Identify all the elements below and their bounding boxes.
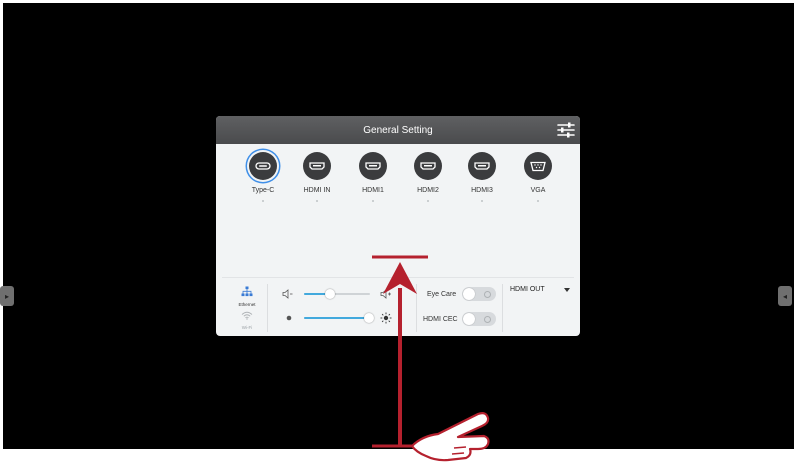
left-edge-toolbar-toggle[interactable]: ▸ [0,286,14,306]
source-icon-button[interactable] [359,152,387,180]
quick-controls-bar: Ethernet Wi-Fi Eye Care HDMI CEC HDMI OU… [222,277,574,334]
source-icon-button[interactable] [524,152,552,180]
chevron-right-icon: ▸ [4,291,9,301]
network-status: Ethernet Wi-Fi [232,284,262,330]
hdmi-out-dropdown[interactable]: HDMI OUT [510,286,545,293]
hdmi-port-icon [309,162,325,170]
chevron-down-icon[interactable] [564,288,570,292]
volume-slider[interactable] [304,289,370,299]
source-type-c[interactable]: Type-C [238,152,288,202]
hdmi-port-icon [474,162,490,170]
eye-care-toggle[interactable] [462,287,496,301]
toggle-knob [463,288,475,300]
source-icon-button[interactable] [468,152,496,180]
eye-care-label: Eye Care [427,291,457,298]
source-hdmi2[interactable]: HDMI2 [403,152,453,202]
input-source-list: Type-C HDMI IN HDMI1 HDMI2 HDMI3 VGA [238,152,568,212]
volume-control [282,288,402,300]
source-hdmi1[interactable]: HDMI1 [348,152,398,202]
usb-c-port-icon [255,162,271,170]
source-indicator-dot [262,200,264,202]
brightness-control [282,312,402,324]
brightness-high-icon [380,312,392,324]
source-indicator-dot [481,200,483,202]
toggle-off-indicator [484,291,491,298]
sliders-icon[interactable] [556,120,576,140]
volume-high-icon [380,289,391,299]
source-label: HDMI3 [471,187,493,194]
brightness-slider-fill [304,317,369,319]
source-hdmi-in[interactable]: HDMI IN [292,152,342,202]
hdmi-cec-label: HDMI CEC [423,316,458,323]
source-icon-button[interactable] [249,152,277,180]
hdmi-port-icon [420,162,436,170]
source-indicator-dot [537,200,539,202]
panel-title: General Setting [363,124,433,136]
source-label: HDMI2 [417,187,439,194]
ethernet-label: Ethernet [238,302,256,307]
wifi-icon[interactable] [241,311,253,320]
general-setting-panel: General Setting Type-C HDMI IN HDMI1 HDM… [216,116,580,336]
toggle-off-indicator [484,316,491,323]
source-icon-button[interactable] [303,152,331,180]
vga-port-icon [530,161,546,171]
source-label: HDMI1 [362,187,384,194]
wifi-label: Wi-Fi [241,325,253,330]
panel-header: General Setting [216,116,580,144]
source-label: VGA [530,187,546,194]
source-indicator-dot [427,200,429,202]
divider [416,284,417,332]
hdmi-cec-toggle[interactable] [462,312,496,326]
hdmi-port-icon [365,162,381,170]
brightness-slider[interactable] [304,313,374,323]
right-edge-toolbar-toggle[interactable]: ◂ [778,286,792,306]
source-indicator-dot [372,200,374,202]
toggle-knob [463,313,475,325]
source-label: HDMI IN [303,187,331,194]
volume-slider-handle[interactable] [325,289,336,299]
source-indicator-dot [316,200,318,202]
brightness-slider-handle[interactable] [363,313,374,323]
divider [267,284,268,332]
ethernet-icon[interactable] [241,286,253,297]
source-icon-button[interactable] [414,152,442,180]
brightness-low-icon [286,315,292,321]
volume-low-icon [282,289,293,299]
source-hdmi3[interactable]: HDMI3 [457,152,507,202]
chevron-left-icon: ◂ [782,291,787,301]
divider [502,284,503,332]
source-label: Type-C [251,187,275,194]
source-vga[interactable]: VGA [513,152,563,202]
